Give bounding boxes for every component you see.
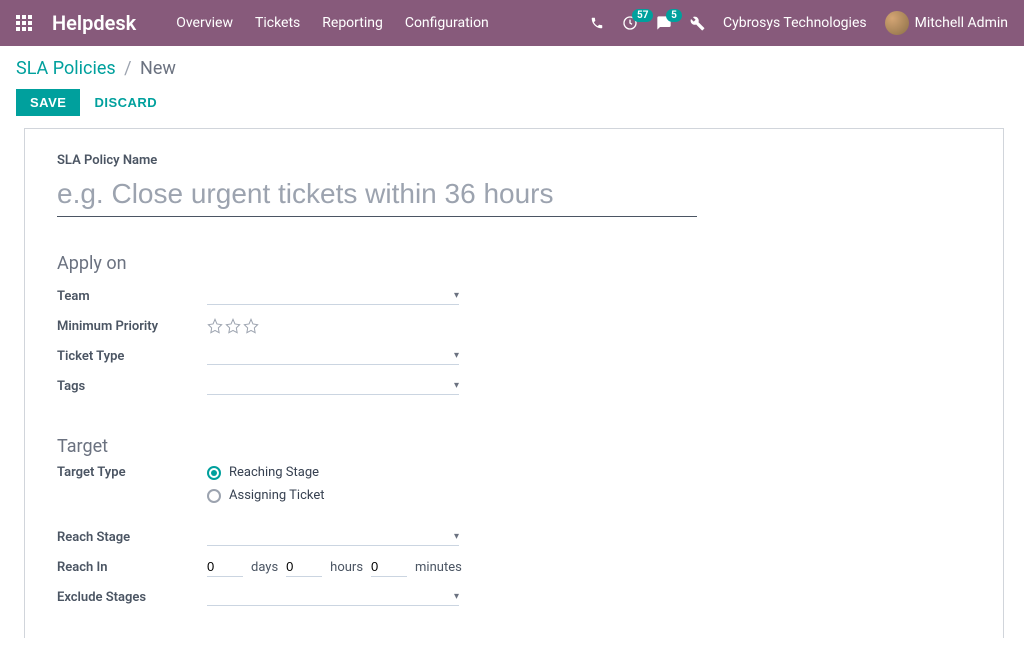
breadcrumb: SLA Policies / New [16, 58, 1008, 79]
row-priority: Minimum Priority [57, 312, 971, 340]
radio-row-reaching: Reaching Stage [207, 465, 467, 480]
nav-links: Overview Tickets Reporting Configuration [176, 15, 489, 31]
phone-icon[interactable] [590, 16, 604, 30]
ticket-type-label: Ticket Type [57, 349, 207, 364]
star-icon[interactable] [207, 318, 223, 334]
chevron-down-icon: ▾ [454, 591, 459, 602]
app-brand[interactable]: Helpdesk [52, 11, 136, 35]
avatar [885, 11, 909, 35]
exclude-stages-label: Exclude Stages [57, 590, 207, 605]
tags-select[interactable]: ▾ [207, 377, 459, 395]
content-scroll[interactable]: SLA Policy Name Apply on Team ▾ Minimum … [0, 128, 1024, 638]
hours-unit: hours [330, 560, 363, 575]
breadcrumb-sep: / [124, 58, 131, 79]
target-title: Target [57, 436, 971, 457]
reach-in-label: Reach In [57, 560, 207, 575]
discard-button[interactable]: DISCARD [94, 95, 157, 110]
minutes-unit: minutes [415, 560, 462, 575]
nav-reporting[interactable]: Reporting [322, 15, 383, 31]
priority-label: Minimum Priority [57, 319, 207, 334]
user-name: Mitchell Admin [915, 15, 1008, 31]
target-type-label: Target Type [57, 465, 207, 480]
reach-in-minutes-input[interactable] [371, 557, 407, 577]
radio-row-assigning: Assigning Ticket [207, 488, 467, 503]
tools-icon[interactable] [690, 16, 705, 31]
radio-assigning-label[interactable]: Assigning Ticket [229, 488, 324, 503]
priority-stars [207, 318, 467, 334]
activities-icon[interactable]: 57 [622, 15, 638, 31]
radio-assigning-ticket[interactable] [207, 489, 221, 503]
nav-configuration[interactable]: Configuration [405, 15, 489, 31]
team-label: Team [57, 289, 207, 304]
row-reach-in: Reach In days hours minutes [57, 553, 971, 581]
nav-tickets[interactable]: Tickets [255, 15, 300, 31]
row-target-type: Target Type Reaching Stage Assigning Tic… [57, 465, 971, 511]
row-reach-stage: Reach Stage ▾ [57, 523, 971, 551]
star-icon[interactable] [225, 318, 241, 334]
row-tags: Tags ▾ [57, 372, 971, 400]
apps-icon[interactable] [16, 15, 32, 31]
company-switcher[interactable]: Cybrosys Technologies [723, 15, 867, 31]
breadcrumb-parent[interactable]: SLA Policies [16, 58, 116, 79]
discuss-badge: 5 [666, 9, 682, 22]
days-unit: days [251, 560, 278, 575]
discuss-icon[interactable]: 5 [656, 15, 672, 31]
radio-reaching-stage[interactable] [207, 466, 221, 480]
breadcrumb-current: New [140, 58, 176, 79]
row-exclude-stages: Exclude Stages ▾ [57, 583, 971, 611]
exclude-stages-select[interactable]: ▾ [207, 588, 459, 606]
chevron-down-icon: ▾ [454, 380, 459, 391]
user-menu[interactable]: Mitchell Admin [885, 11, 1008, 35]
row-ticket-type: Ticket Type ▾ [57, 342, 971, 370]
nav-right: 57 5 Cybrosys Technologies Mitchell Admi… [590, 11, 1008, 35]
radio-reaching-label[interactable]: Reaching Stage [229, 465, 319, 480]
tags-label: Tags [57, 379, 207, 394]
subheader: SLA Policies / New SAVE DISCARD [0, 46, 1024, 116]
reach-stage-label: Reach Stage [57, 530, 207, 545]
nav-overview[interactable]: Overview [176, 15, 233, 31]
apply-on-title: Apply on [57, 253, 971, 274]
top-nav: Helpdesk Overview Tickets Reporting Conf… [0, 0, 1024, 46]
activities-badge: 57 [632, 9, 653, 22]
ticket-type-select[interactable]: ▾ [207, 347, 459, 365]
reach-in-controls: days hours minutes [207, 557, 462, 577]
name-label: SLA Policy Name [57, 153, 971, 168]
form-sheet: SLA Policy Name Apply on Team ▾ Minimum … [24, 128, 1004, 638]
save-button[interactable]: SAVE [16, 89, 80, 116]
reach-in-hours-input[interactable] [286, 557, 322, 577]
chevron-down-icon: ▾ [454, 531, 459, 542]
reach-stage-select[interactable]: ▾ [207, 528, 459, 546]
reach-in-days-input[interactable] [207, 557, 243, 577]
team-select[interactable]: ▾ [207, 287, 459, 305]
row-team: Team ▾ [57, 282, 971, 310]
name-input[interactable] [57, 172, 697, 217]
chevron-down-icon: ▾ [454, 350, 459, 361]
chevron-down-icon: ▾ [454, 290, 459, 301]
action-bar: SAVE DISCARD [16, 89, 1008, 116]
star-icon[interactable] [243, 318, 259, 334]
